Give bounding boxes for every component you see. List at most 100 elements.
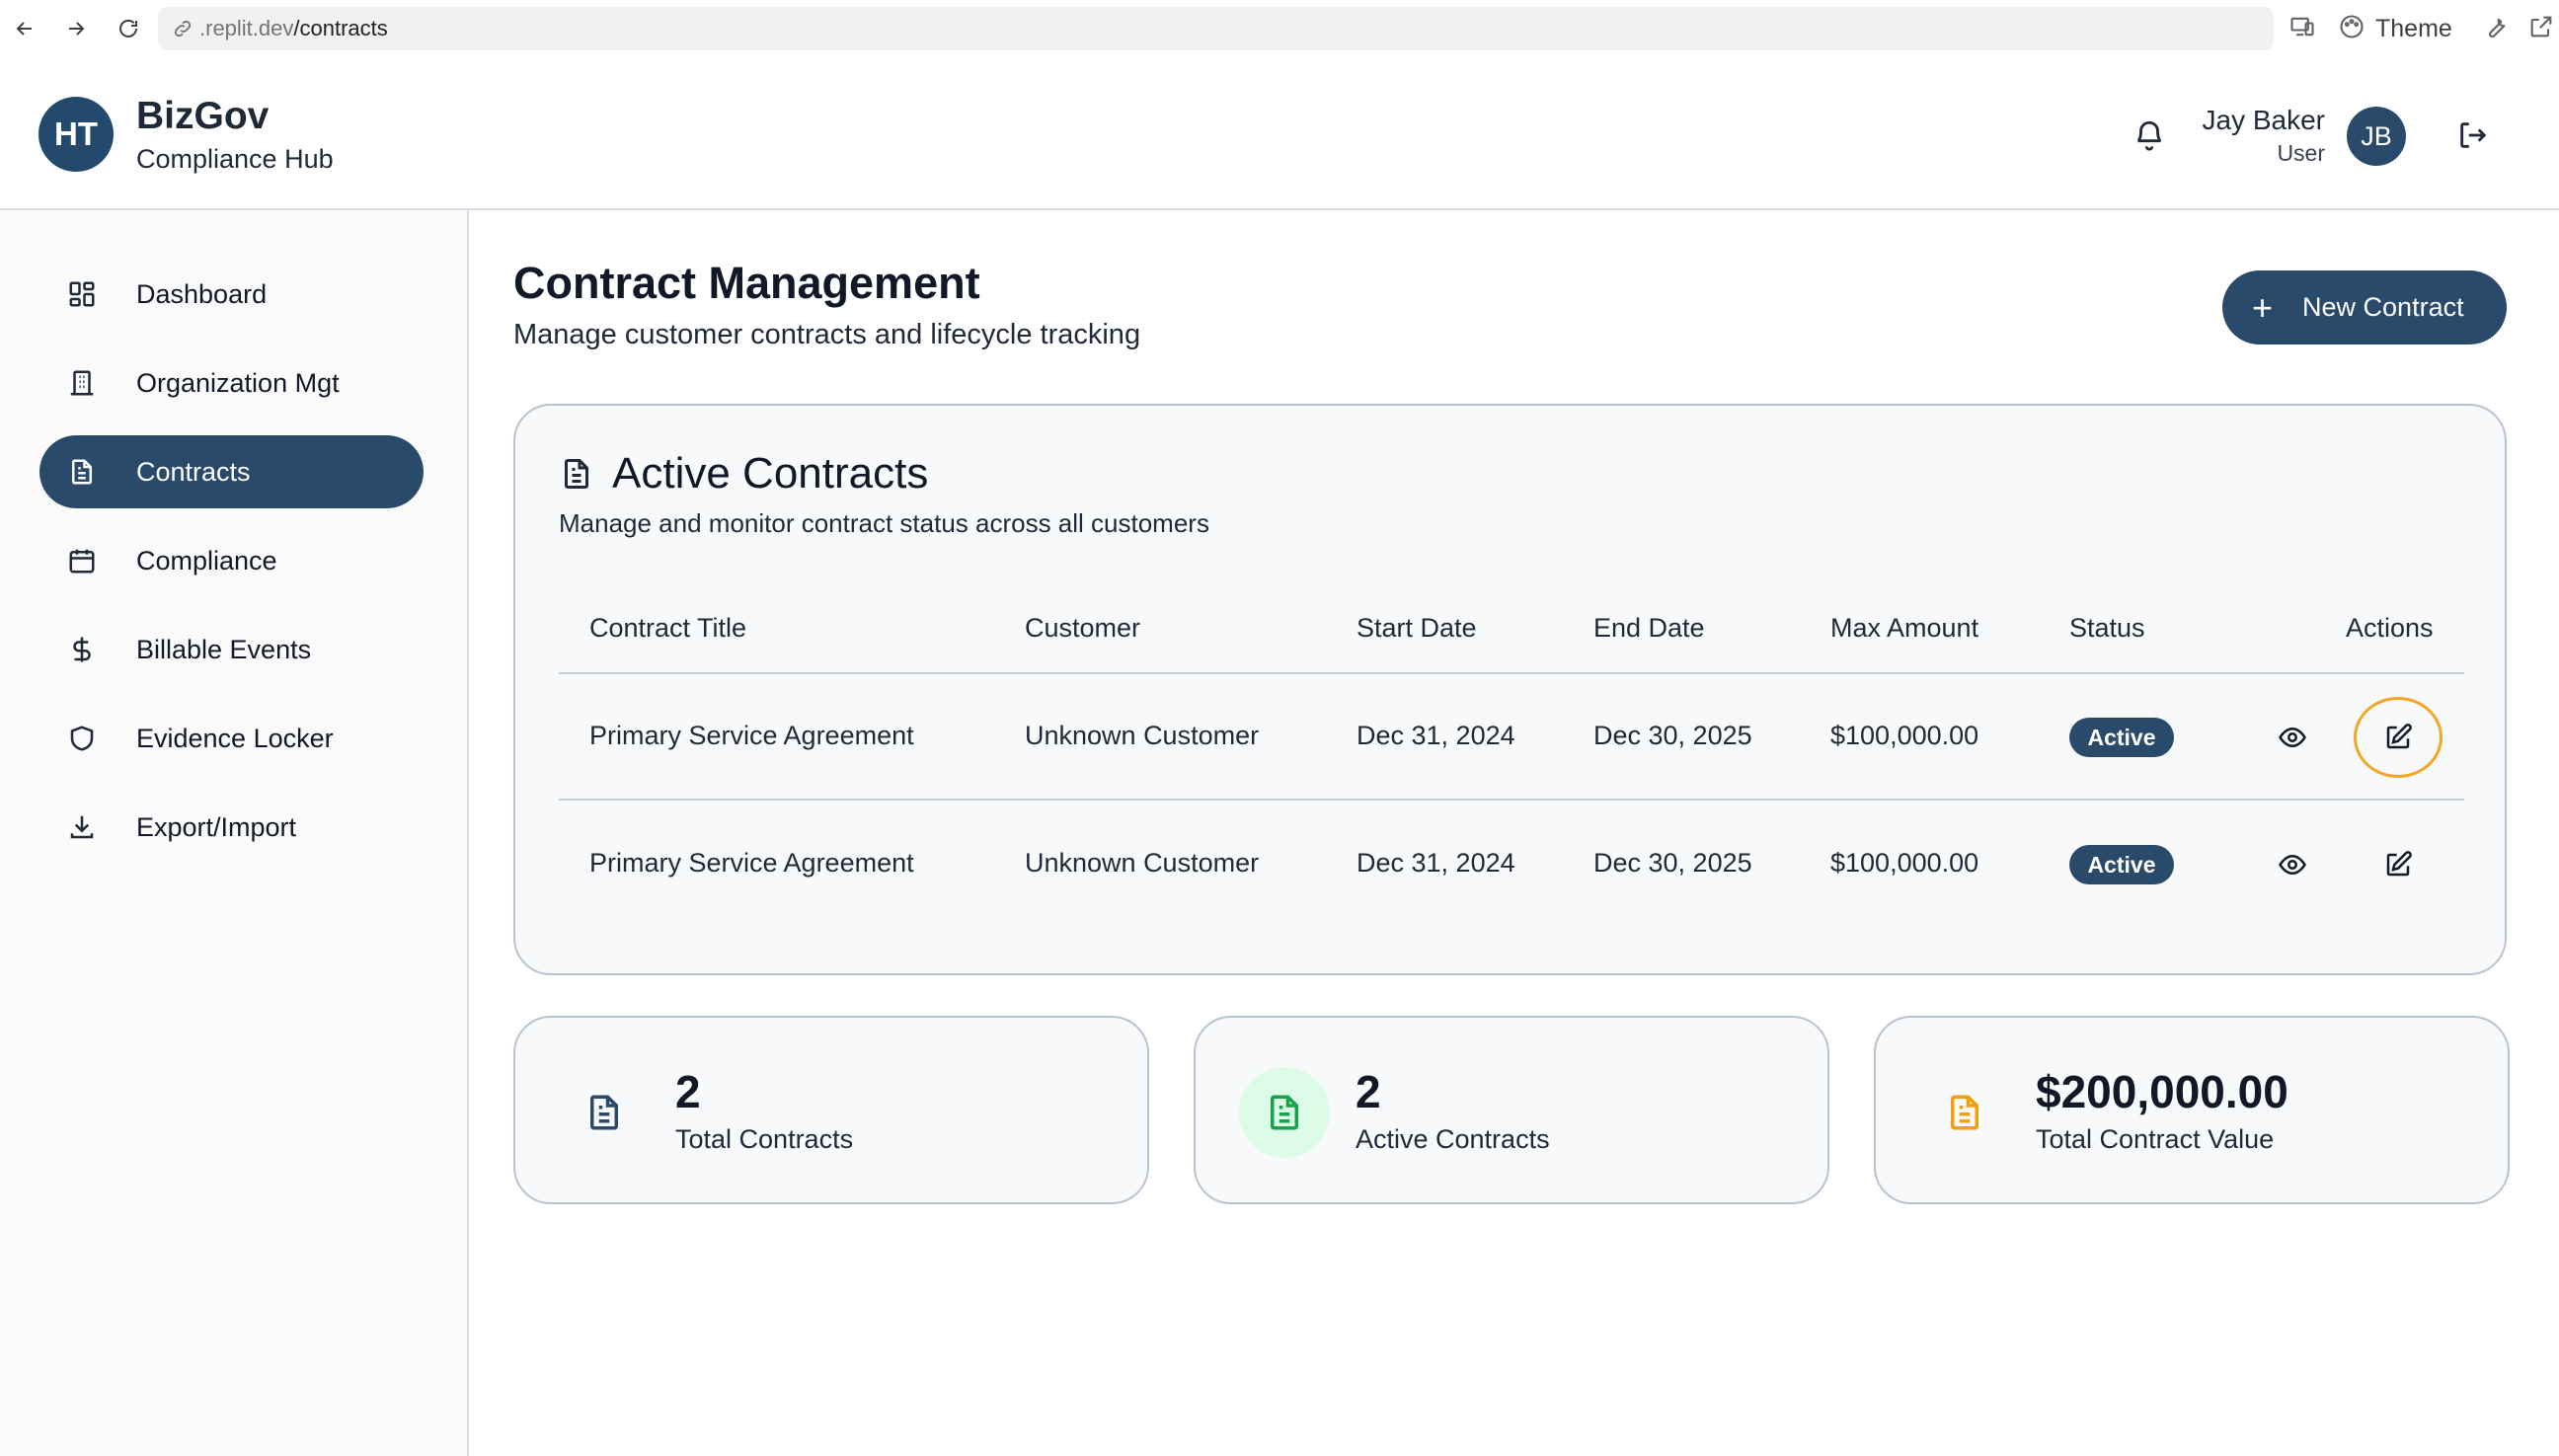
cast-button[interactable] bbox=[2288, 10, 2316, 47]
logout-icon bbox=[2460, 122, 2487, 148]
amount-cell: $100,000.00 bbox=[1830, 721, 1979, 750]
calendar-icon bbox=[69, 549, 95, 574]
new-contract-button[interactable]: + New Contract bbox=[2222, 270, 2507, 345]
card-subtitle: Manage and monitor contract status acros… bbox=[559, 508, 1209, 538]
active-contracts-card: Active Contracts Manage and monitor cont… bbox=[513, 404, 2507, 975]
app-header: HT BizGov Compliance Hub Jay Baker User … bbox=[0, 57, 2559, 210]
dollar-icon bbox=[73, 637, 91, 662]
stat-card-total-value: $200,000.00 Total Contract Value bbox=[1874, 1016, 2510, 1204]
stat-icon-wrap bbox=[1919, 1067, 2010, 1158]
card-title: Active Contracts bbox=[612, 449, 929, 498]
sidebar-item-dashboard[interactable]: Dashboard bbox=[39, 258, 424, 331]
status-badge: Active bbox=[2069, 718, 2174, 757]
start-date-cell: Dec 31, 2024 bbox=[1357, 848, 1515, 878]
link-icon bbox=[174, 20, 192, 38]
open-external-button[interactable] bbox=[2527, 10, 2555, 47]
document-icon bbox=[1951, 1095, 1978, 1130]
sidebar-item-organization[interactable]: Organization Mgt bbox=[39, 346, 424, 420]
building-icon bbox=[70, 370, 94, 396]
sidebar-item-label: Contracts bbox=[136, 456, 251, 487]
sidebar-item-contracts[interactable]: Contracts bbox=[39, 435, 424, 508]
view-button[interactable] bbox=[2275, 720, 2310, 755]
devices-icon bbox=[2290, 17, 2314, 36]
sidebar-item-evidence-locker[interactable]: Evidence Locker bbox=[39, 702, 424, 775]
end-date-cell: Dec 30, 2025 bbox=[1593, 721, 1752, 750]
sidebar-item-label: Billable Events bbox=[136, 634, 312, 664]
download-icon bbox=[70, 815, 94, 839]
sidebar-item-label: Compliance bbox=[136, 545, 277, 575]
palette-icon bbox=[2340, 14, 2364, 38]
avatar[interactable]: JB bbox=[2347, 107, 2406, 166]
stat-label: Total Contract Value bbox=[2036, 1124, 2275, 1154]
column-header: Start Date bbox=[1357, 613, 1477, 643]
card-header: Active Contracts bbox=[559, 449, 928, 498]
stat-value: 2 bbox=[675, 1066, 701, 1117]
brand-title: BizGov bbox=[136, 95, 270, 137]
back-button[interactable] bbox=[8, 12, 41, 45]
shield-icon bbox=[70, 726, 94, 751]
sidebar-item-label: Export/Import bbox=[136, 811, 297, 842]
document-icon bbox=[590, 1095, 618, 1130]
sidebar-item-billable-events[interactable]: Billable Events bbox=[39, 613, 424, 686]
stat-card-total-contracts: 2 Total Contracts bbox=[513, 1016, 1149, 1204]
reload-icon bbox=[119, 19, 137, 38]
browser-toolbar: .replit.dev/contracts Theme bbox=[0, 0, 2559, 57]
start-date-cell: Dec 31, 2024 bbox=[1357, 721, 1515, 750]
user-name: Jay Baker bbox=[2202, 105, 2326, 135]
sidebar-item-label: Evidence Locker bbox=[136, 723, 334, 753]
document-icon bbox=[565, 459, 588, 489]
sidebar: Dashboard Organization Mgt Contracts Com… bbox=[0, 210, 469, 1456]
url-host: .replit.dev bbox=[199, 16, 294, 40]
arrow-right-icon bbox=[69, 22, 85, 36]
column-header: Status bbox=[2069, 613, 2145, 643]
edit-icon bbox=[2386, 851, 2412, 877]
brand-subtitle: Compliance Hub bbox=[136, 144, 334, 174]
theme-button[interactable]: Theme bbox=[2338, 10, 2452, 47]
logout-button[interactable] bbox=[2456, 118, 2490, 152]
forward-button[interactable] bbox=[59, 12, 93, 45]
view-button[interactable] bbox=[2275, 847, 2310, 882]
theme-label: Theme bbox=[2375, 14, 2452, 42]
end-date-cell: Dec 30, 2025 bbox=[1593, 848, 1752, 878]
document-icon bbox=[1271, 1095, 1298, 1130]
notifications-button[interactable] bbox=[2132, 118, 2166, 152]
sidebar-item-compliance[interactable]: Compliance bbox=[39, 524, 424, 597]
plus-icon: + bbox=[2252, 286, 2274, 328]
wrench-icon bbox=[2489, 18, 2506, 38]
new-contract-label: New Contract bbox=[2302, 292, 2464, 322]
eye-icon bbox=[2279, 854, 2306, 876]
sidebar-item-label: Organization Mgt bbox=[136, 367, 340, 398]
contract-title-cell: Primary Service Agreement bbox=[589, 848, 914, 878]
stat-icon-wrap bbox=[1239, 1067, 1330, 1158]
arrow-left-icon bbox=[16, 22, 32, 36]
contract-title-cell: Primary Service Agreement bbox=[589, 721, 914, 750]
address-bar[interactable]: .replit.dev/contracts bbox=[158, 7, 2274, 50]
page-subtitle: Manage customer contracts and lifecycle … bbox=[513, 319, 1141, 350]
dashboard-icon bbox=[69, 281, 95, 307]
sidebar-item-label: Dashboard bbox=[136, 278, 268, 309]
column-header: Customer bbox=[1025, 613, 1141, 643]
stat-value: 2 bbox=[1356, 1066, 1381, 1117]
edit-icon bbox=[2386, 724, 2412, 749]
status-badge: Active bbox=[2069, 845, 2174, 884]
stat-value: $200,000.00 bbox=[2036, 1066, 2288, 1117]
edit-button[interactable] bbox=[2380, 847, 2416, 882]
stat-card-active-contracts: 2 Active Contracts bbox=[1194, 1016, 1829, 1204]
edit-button[interactable] bbox=[2380, 720, 2416, 755]
devtools-button[interactable] bbox=[2482, 10, 2510, 47]
customer-cell: Unknown Customer bbox=[1025, 848, 1260, 878]
user-role: User bbox=[2277, 140, 2325, 166]
url-path: /contracts bbox=[293, 16, 388, 40]
table-divider bbox=[559, 672, 2464, 674]
reload-button[interactable] bbox=[112, 12, 145, 45]
logo: HT bbox=[39, 97, 114, 172]
sidebar-item-export-import[interactable]: Export/Import bbox=[39, 791, 424, 864]
column-header: Max Amount bbox=[1830, 613, 1979, 643]
page-title: Contract Management bbox=[513, 258, 980, 308]
eye-icon bbox=[2279, 727, 2306, 748]
stat-label: Total Contracts bbox=[675, 1124, 854, 1154]
column-header: Actions bbox=[2346, 613, 2434, 643]
stat-icon-wrap bbox=[559, 1067, 650, 1158]
column-header: Contract Title bbox=[589, 613, 747, 643]
amount-cell: $100,000.00 bbox=[1830, 848, 1979, 878]
